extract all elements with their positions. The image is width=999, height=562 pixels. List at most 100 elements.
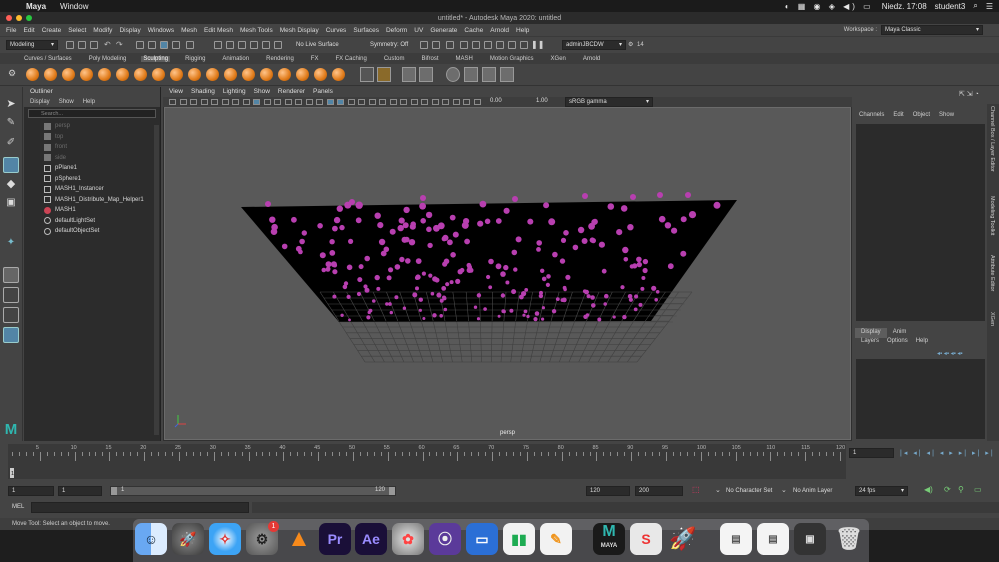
sphere-instance[interactable]: [534, 311, 540, 316]
sphere-instance[interactable]: [404, 236, 410, 243]
fps-selector[interactable]: 24 fps ▾: [855, 486, 908, 496]
sphere-instance[interactable]: [299, 238, 305, 245]
sphere-instance[interactable]: [533, 317, 538, 322]
flatten-tool-icon[interactable]: [116, 68, 129, 81]
menu-edit-mesh[interactable]: Edit Mesh: [204, 27, 233, 34]
sphere-instance[interactable]: [364, 287, 370, 293]
shelf-settings-icon[interactable]: ⚙: [8, 68, 16, 79]
clock[interactable]: Niedz. 17:08: [882, 2, 927, 11]
sphere-instance[interactable]: [536, 247, 541, 252]
sphere-instance[interactable]: [301, 230, 307, 236]
sphere-instance[interactable]: [447, 239, 453, 246]
sphere-instance[interactable]: [657, 192, 663, 198]
outliner-layout-icon[interactable]: [3, 327, 19, 343]
sphere-instance[interactable]: [405, 258, 411, 264]
character-set-label[interactable]: No Character Set: [726, 488, 772, 494]
sphere-instance[interactable]: [561, 297, 567, 303]
sphere-instance[interactable]: [367, 310, 371, 315]
viewport-tool-icon[interactable]: [368, 99, 376, 105]
gamma-value[interactable]: 1.00: [536, 98, 548, 104]
shelf-tab-fx[interactable]: FX: [309, 56, 321, 62]
outliner-item[interactable]: defaultObjectSet: [24, 226, 160, 237]
sphere-instance[interactable]: [348, 318, 351, 322]
sphere-instance[interactable]: [403, 206, 410, 214]
sphere-instance[interactable]: [265, 201, 271, 207]
shelf-tab-sculpting[interactable]: Sculpting: [141, 55, 171, 62]
viewport-menu-panels[interactable]: Panels: [313, 87, 333, 97]
sphere-instance[interactable]: [597, 317, 602, 322]
range-handle-start[interactable]: [111, 487, 117, 495]
sphere-instance[interactable]: [500, 293, 506, 298]
tab-anim[interactable]: Anim: [887, 328, 913, 338]
sphere-instance[interactable]: [604, 293, 609, 299]
viewport-menu-shading[interactable]: Shading: [191, 87, 215, 97]
sphere-instance[interactable]: [457, 269, 463, 275]
sphere-instance[interactable]: [355, 217, 362, 224]
sphere-instance[interactable]: [332, 294, 337, 299]
sphere-instance[interactable]: [291, 216, 297, 223]
sphere-instance[interactable]: [623, 257, 629, 262]
input-ops-icon[interactable]: [420, 41, 428, 49]
menu-arnold[interactable]: Arnold: [490, 27, 509, 34]
sphere-instance[interactable]: [559, 258, 566, 264]
motion-icon[interactable]: ⦿: [429, 523, 461, 555]
control-center-icon[interactable]: ☰: [986, 2, 993, 11]
sphere-instance[interactable]: [452, 231, 459, 238]
sphere-instance[interactable]: [281, 243, 288, 250]
sphere-instance[interactable]: [450, 252, 456, 258]
sphere-instance[interactable]: [415, 286, 419, 291]
outliner-item[interactable]: MASH1_Distribute_Map_Helper1: [24, 195, 160, 206]
menu-surfaces[interactable]: Surfaces: [353, 27, 379, 34]
sphere-instance[interactable]: [541, 276, 547, 282]
paint-select-icon[interactable]: ✐: [3, 137, 19, 153]
sphere-instance[interactable]: [415, 258, 422, 264]
viewport-tool-icon[interactable]: [410, 99, 418, 105]
side-tab-modeling-toolkit[interactable]: Modeling Toolkit: [989, 196, 995, 235]
scrape-tool-icon[interactable]: [224, 68, 237, 81]
sphere-instance[interactable]: [340, 313, 344, 317]
sphere-instance[interactable]: [432, 313, 437, 318]
sphere-instance[interactable]: [326, 266, 331, 271]
viewport-tool-icon[interactable]: [442, 99, 449, 105]
viewport-tool-icon[interactable]: [400, 99, 407, 105]
auto-key-icon[interactable]: ⬚: [692, 485, 700, 494]
sphere-instance[interactable]: [591, 219, 598, 226]
viewport-tool-icon[interactable]: [295, 99, 302, 105]
close-window-button[interactable]: [6, 15, 12, 21]
highlight-mode-icon[interactable]: [186, 41, 194, 49]
viewport-tool-icon[interactable]: [305, 99, 313, 105]
sphere-instance[interactable]: [433, 224, 440, 232]
viewport-tool-icon[interactable]: [253, 99, 260, 105]
sphere-instance[interactable]: [422, 317, 426, 320]
menu-modify[interactable]: Modify: [93, 27, 112, 34]
playback-controls[interactable]: |◂ ◂| ◂| ◂ ▸ ▸| ▸| ▸|: [900, 449, 995, 457]
lock-selection-icon[interactable]: [172, 41, 180, 49]
sculpt-tool-icon[interactable]: [26, 68, 39, 81]
sphere-instance[interactable]: [548, 218, 556, 226]
sphere-instance[interactable]: [486, 274, 491, 280]
select-component-icon[interactable]: [160, 41, 168, 49]
two-view-icon[interactable]: [3, 307, 19, 323]
fill-tool-icon[interactable]: [242, 68, 255, 81]
sphere-instance[interactable]: [512, 196, 518, 202]
menu-windows[interactable]: Windows: [148, 27, 174, 34]
trash-icon[interactable]: 🗑: [833, 523, 865, 555]
sphere-instance[interactable]: [680, 250, 687, 257]
sphere-instance[interactable]: [513, 267, 518, 272]
select-hierarchy-icon[interactable]: [136, 41, 144, 49]
sphere-instance[interactable]: [348, 238, 354, 244]
viewport-menu-lighting[interactable]: Lighting: [223, 87, 246, 97]
sphere-instance[interactable]: [372, 299, 376, 303]
channel-menu-object[interactable]: Object: [913, 110, 930, 120]
sphere-instance[interactable]: [427, 242, 433, 249]
sphere-instance[interactable]: [432, 276, 438, 282]
sphere-instance[interactable]: [317, 223, 323, 229]
viewport-tool-icon[interactable]: [326, 99, 334, 105]
sphere-instance[interactable]: [562, 285, 567, 290]
mac-app-menu[interactable]: Maya: [26, 2, 46, 11]
workspace-combo[interactable]: Maya Classic ▾: [881, 25, 983, 35]
select-tool-icon[interactable]: ➤: [3, 97, 19, 113]
outliner-item[interactable]: top: [24, 132, 160, 143]
sphere-instance[interactable]: [356, 291, 362, 297]
menu-create[interactable]: Create: [42, 27, 62, 34]
